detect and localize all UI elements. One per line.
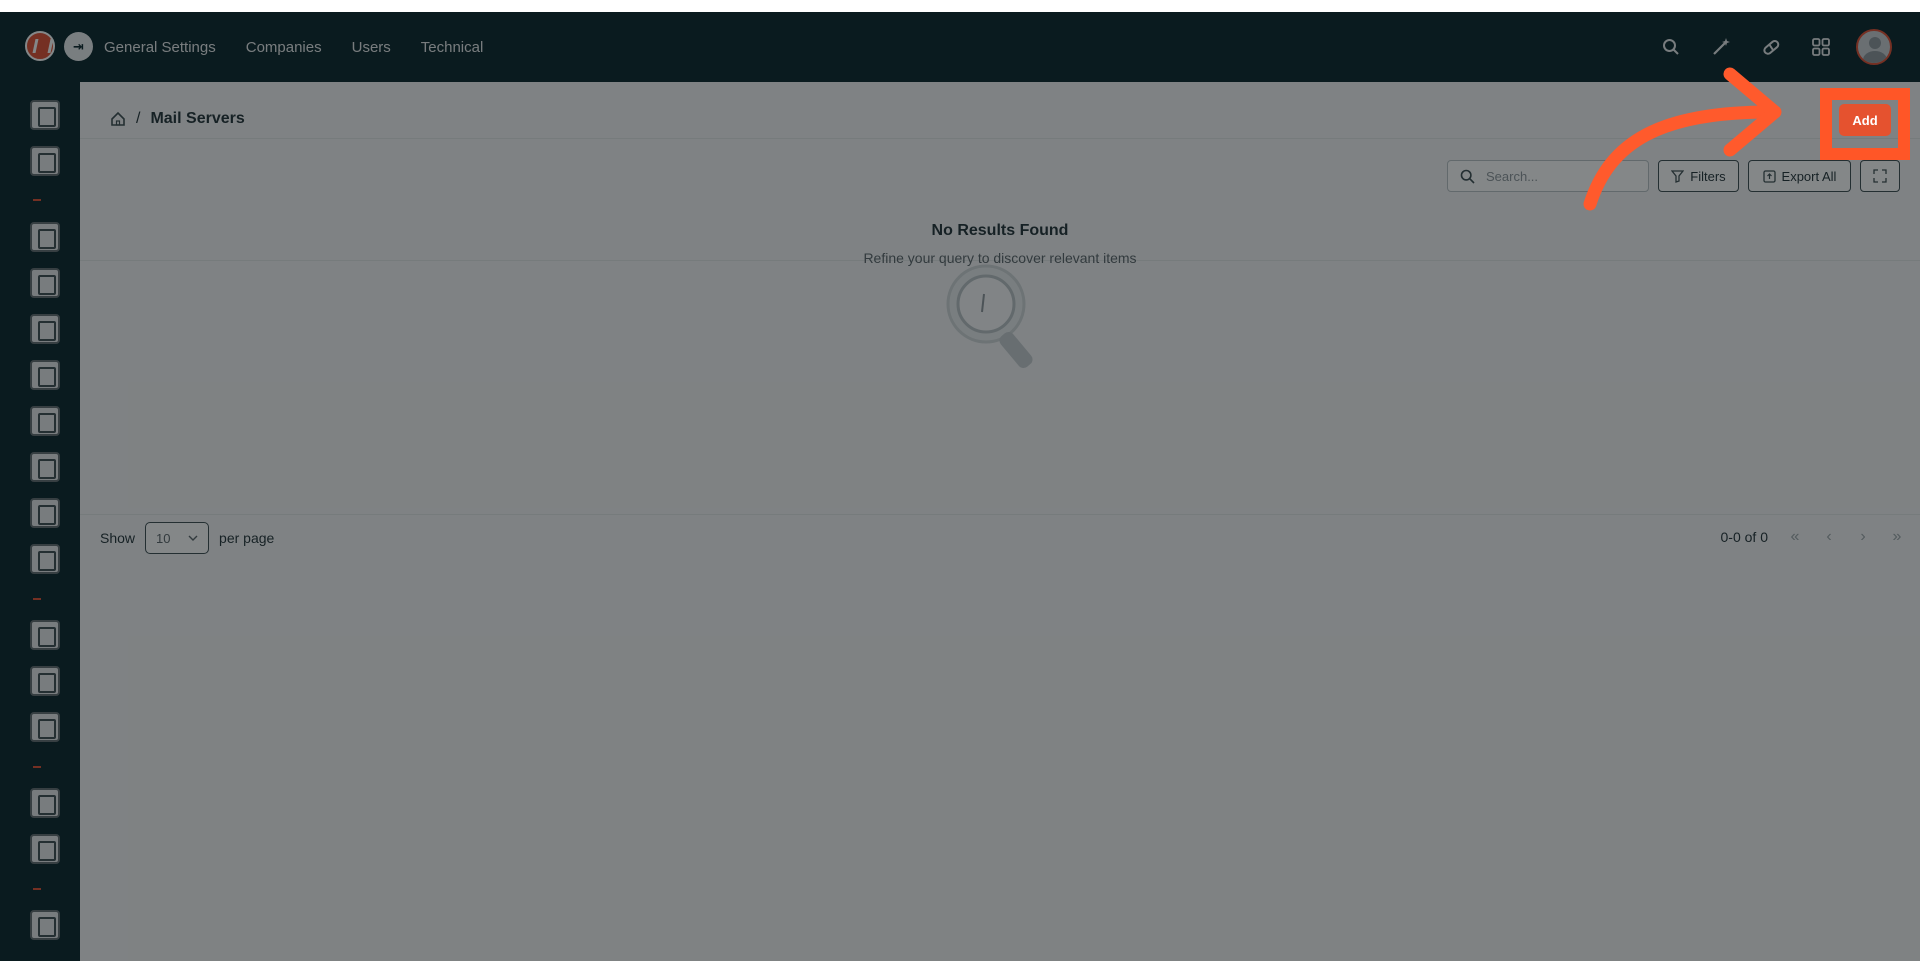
magnifier-empty-icon (946, 264, 1033, 369)
filter-icon (1671, 169, 1685, 183)
support-icon[interactable] (30, 620, 60, 650)
pager: 0-0 of 0 « ‹ › » (1721, 528, 1904, 546)
logout-icon[interactable] (30, 910, 60, 940)
search-icon[interactable] (1660, 36, 1682, 58)
export-label: Export All (1781, 168, 1837, 184)
settings-icon[interactable] (30, 788, 60, 818)
user-search-icon[interactable] (30, 498, 60, 528)
last-page-icon[interactable]: » (1890, 528, 1904, 546)
first-page-icon[interactable]: « (1788, 528, 1802, 546)
nav-users[interactable]: Users (352, 39, 391, 56)
home-icon[interactable] (110, 111, 126, 127)
export-all-button[interactable]: Export All (1748, 160, 1851, 192)
sidebar (0, 82, 80, 961)
fullscreen-icon (1873, 169, 1887, 183)
empty-state-title: No Results Found (931, 222, 1069, 239)
profile-card-icon[interactable] (30, 834, 60, 864)
search-icon (1460, 169, 1475, 187)
top-icon-bar (1632, 12, 1920, 82)
sidebar-separator (33, 199, 41, 201)
monitor-icon[interactable] (30, 712, 60, 742)
top-bar: ⇥ General Settings Companies Users Techn… (0, 12, 1920, 82)
per-page-label: per page (219, 530, 275, 546)
breadcrumb-separator: / (136, 110, 141, 127)
per-page-select[interactable]: 10 (145, 522, 210, 554)
reports-icon[interactable] (30, 146, 60, 176)
sidebar-separator (33, 888, 41, 890)
sidebar-separator (33, 766, 41, 768)
export-icon (1762, 169, 1776, 183)
clipboard-icon[interactable] (30, 360, 60, 390)
pagination-footer: Show 10 per page 0-0 of 0 « ‹ › » (80, 502, 1920, 562)
app-screen: ⇥ General Settings Companies Users Techn… (0, 12, 1920, 961)
analytics-icon[interactable] (30, 268, 60, 298)
chevron-down-icon (188, 535, 198, 541)
header-divider (80, 138, 1920, 139)
magic-wand-icon[interactable] (1710, 36, 1732, 58)
documents-icon[interactable] (30, 314, 60, 344)
page-range: 0-0 of 0 (1720, 529, 1768, 545)
show-label: Show (100, 530, 136, 546)
fullscreen-button[interactable] (1860, 160, 1900, 192)
empty-state-subtitle: Refine your query to discover relevant i… (863, 250, 1137, 266)
add-button[interactable]: Add (1839, 104, 1891, 136)
package-icon[interactable] (30, 406, 60, 436)
user-avatar[interactable] (1856, 29, 1892, 65)
prev-page-icon[interactable]: ‹ (1822, 528, 1836, 546)
search-input[interactable]: Search... (1447, 160, 1649, 192)
app-logo[interactable] (25, 31, 55, 61)
per-page-control: Show 10 per page (100, 522, 274, 554)
people-icon[interactable] (30, 222, 60, 252)
filters-label: Filters (1690, 168, 1726, 184)
next-page-icon[interactable]: › (1856, 528, 1870, 546)
page-title: Mail Servers (150, 110, 245, 127)
sidebar-toggle-button[interactable]: ⇥ (64, 32, 93, 61)
top-nav: General Settings Companies Users Technic… (104, 12, 483, 82)
pill-icon[interactable] (1760, 36, 1782, 58)
calendar-icon[interactable] (30, 544, 60, 574)
nav-technical[interactable]: Technical (421, 39, 484, 56)
payment-icon[interactable] (30, 452, 60, 482)
apps-grid-icon[interactable] (1810, 36, 1832, 58)
main-content: / Mail Servers Add Search... Filters Exp… (80, 82, 1920, 961)
filters-button[interactable]: Filters (1658, 160, 1739, 192)
search-placeholder: Search... (1486, 168, 1539, 184)
nav-companies[interactable]: Companies (246, 39, 322, 56)
breadcrumb: / Mail Servers (110, 110, 245, 128)
sidebar-separator (33, 598, 41, 600)
per-page-value: 10 (156, 530, 171, 546)
dashboard-icon[interactable] (30, 100, 60, 130)
nav-general-settings[interactable]: General Settings (104, 39, 216, 56)
folder-icon[interactable] (30, 666, 60, 696)
